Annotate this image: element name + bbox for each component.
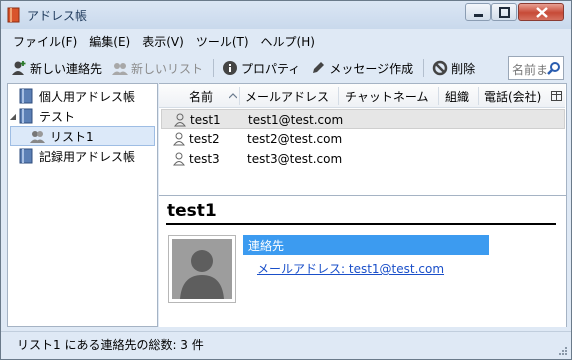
- info-icon: [223, 61, 238, 75]
- status-bar: リスト1 にある連絡先の総数: 3 件: [1, 331, 571, 359]
- delete-button[interactable]: 削除: [428, 56, 481, 80]
- menu-tools[interactable]: ツール(T): [190, 31, 255, 51]
- column-separator[interactable]: [239, 87, 240, 105]
- tree-item-personal[interactable]: 個人用アドレス帳: [8, 86, 157, 106]
- person-icon: [173, 132, 185, 146]
- maximize-icon: [499, 7, 510, 18]
- search-placeholder: 名前ま: [512, 63, 549, 77]
- title-bar[interactable]: アドレス帳: [1, 1, 571, 29]
- menu-help[interactable]: ヘルプ(H): [255, 31, 321, 51]
- contact-email: test3@test.com: [247, 152, 343, 166]
- person-icon: [173, 152, 185, 166]
- contact-name: test3: [189, 152, 220, 166]
- window-title: アドレス帳: [27, 9, 88, 23]
- close-icon: [536, 7, 548, 18]
- contact-row[interactable]: test1 test1@test.com: [161, 109, 565, 129]
- search-input[interactable]: 名前ま: [508, 56, 564, 80]
- new-contact-button[interactable]: 新しい連絡先: [7, 56, 108, 80]
- divider: [166, 223, 556, 225]
- tree-item-label: 記録用アドレス帳: [39, 149, 136, 164]
- contact-section-header: 連絡先: [243, 235, 489, 255]
- new-list-button[interactable]: 新しいリスト: [108, 56, 209, 80]
- toolbar-separator: [423, 59, 425, 77]
- compose-button[interactable]: メッセージ作成: [306, 56, 419, 80]
- expand-toggle-icon[interactable]: ◢: [8, 112, 18, 121]
- delete-label: 削除: [451, 61, 476, 76]
- search-icon[interactable]: [547, 61, 561, 75]
- minimize-icon: [474, 14, 483, 17]
- menu-file[interactable]: ファイル(F): [7, 31, 83, 51]
- minimize-button[interactable]: [465, 3, 491, 21]
- menu-view[interactable]: 表示(V): [136, 31, 190, 51]
- compose-label: メッセージ作成: [329, 61, 414, 76]
- maximize-button[interactable]: [491, 3, 517, 21]
- avatar-silhouette-icon: [172, 239, 232, 299]
- contact-email: test2@test.com: [247, 132, 343, 146]
- tree-item-label: テスト: [39, 109, 76, 124]
- tree-item-list1[interactable]: リスト1: [10, 126, 155, 146]
- pencil-icon: [313, 62, 325, 73]
- new-list-icon: [112, 63, 129, 75]
- new-contact-icon: [12, 61, 26, 75]
- contact-photo: [168, 235, 236, 303]
- toolbar: 新しい連絡先 新しいリスト プロパティ メッセージ作成 削除 名前ま: [7, 55, 567, 81]
- column-separator[interactable]: [478, 87, 479, 105]
- contact-name: test1: [190, 113, 221, 127]
- tree-item-test[interactable]: ◢ テスト: [8, 106, 157, 126]
- tree-item-label: リスト1: [50, 129, 94, 144]
- person-icon: [174, 113, 186, 127]
- address-book-app-icon: [7, 7, 20, 23]
- tree-item-label: 個人用アドレス帳: [39, 89, 136, 104]
- column-header-org[interactable]: 組織: [445, 88, 469, 105]
- resize-grip-icon[interactable]: [558, 346, 568, 356]
- close-button[interactable]: [518, 3, 564, 21]
- column-picker-icon[interactable]: [551, 91, 562, 101]
- new-contact-label: 新しい連絡先: [30, 61, 103, 76]
- contact-email: test1@test.com: [248, 113, 344, 127]
- address-book-tree: 個人用アドレス帳 ◢ テスト リスト1 記録用アドレス帳: [7, 83, 158, 327]
- address-book-icon: [19, 88, 33, 104]
- contact-detail-pane: test1 連絡先 メールアドレス: test1@test.com: [159, 195, 567, 327]
- column-separator[interactable]: [438, 87, 439, 105]
- toolbar-separator: [213, 59, 215, 77]
- mailing-list-icon: [30, 131, 45, 143]
- address-book-icon: [19, 108, 33, 124]
- column-header-chat[interactable]: チャットネーム: [345, 88, 429, 105]
- sort-ascending-icon: [229, 93, 237, 99]
- contact-email-link[interactable]: メールアドレス: test1@test.com: [257, 260, 444, 277]
- contact-row[interactable]: test2 test2@test.com: [161, 129, 565, 149]
- column-header-work-phone[interactable]: 電話(会社): [484, 88, 541, 105]
- column-header-row: 名前 メールアドレス チャットネーム 組織 電話(会社): [159, 84, 565, 108]
- delete-icon: [432, 60, 448, 76]
- properties-label: プロパティ: [241, 61, 301, 76]
- tree-item-collected[interactable]: 記録用アドレス帳: [8, 146, 157, 166]
- address-book-icon: [19, 148, 33, 164]
- column-separator[interactable]: [338, 87, 339, 105]
- contact-row[interactable]: test3 test3@test.com: [161, 149, 565, 169]
- new-list-label: 新しいリスト: [131, 61, 204, 76]
- status-text: リスト1 にある連絡先の総数: 3 件: [17, 338, 204, 352]
- column-header-name[interactable]: 名前: [189, 88, 213, 105]
- address-book-window: アドレス帳 ファイル(F) 編集(E) 表示(V) ツール(T) ヘルプ(H) …: [0, 0, 572, 360]
- contact-detail-name: test1: [167, 201, 217, 221]
- properties-button[interactable]: プロパティ: [218, 56, 306, 80]
- menu-bar: ファイル(F) 編集(E) 表示(V) ツール(T) ヘルプ(H): [7, 31, 321, 51]
- column-header-email[interactable]: メールアドレス: [245, 88, 329, 105]
- contact-list: 名前 メールアドレス チャットネーム 組織 電話(会社) test1 test1…: [159, 83, 567, 195]
- menu-edit[interactable]: 編集(E): [83, 31, 136, 51]
- contact-name: test2: [189, 132, 220, 146]
